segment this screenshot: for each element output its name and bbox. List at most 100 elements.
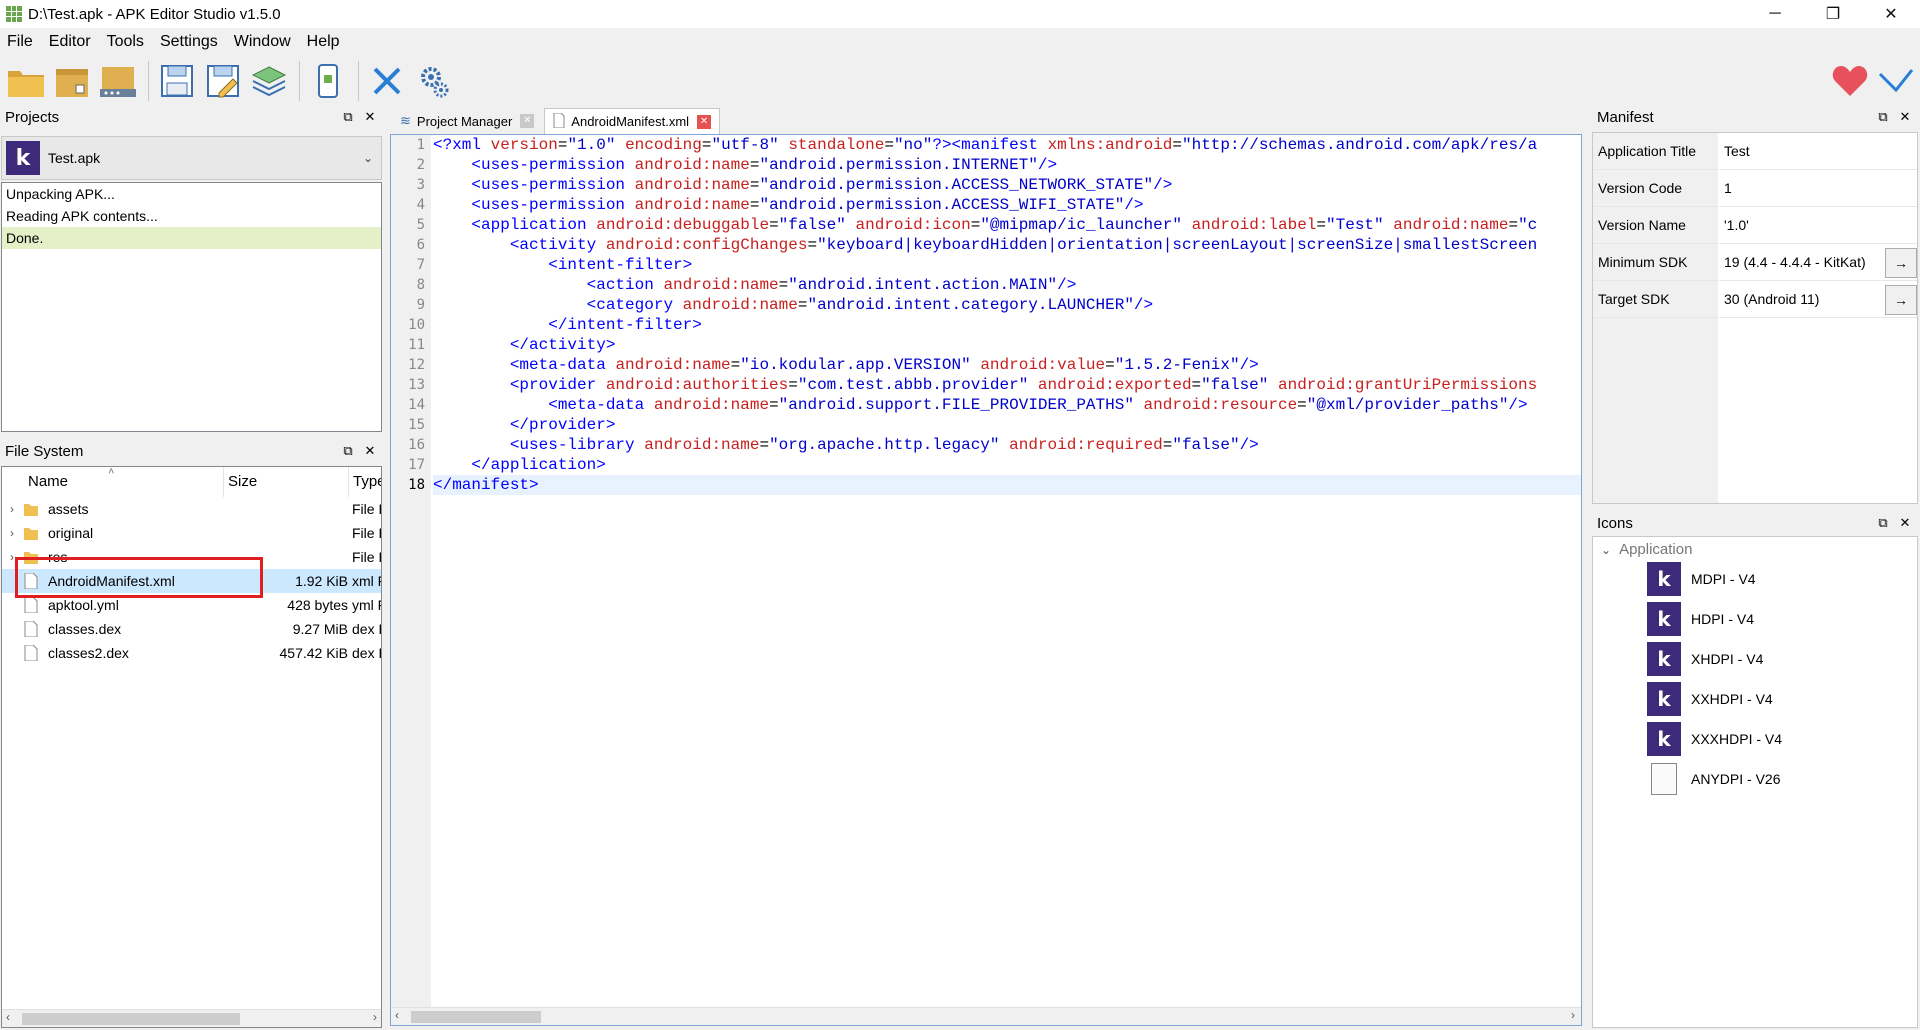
- minimize-button[interactable]: ─: [1746, 0, 1804, 28]
- close-panel-button[interactable]: ✕: [1894, 515, 1916, 531]
- open-folder-icon[interactable]: [4, 59, 48, 103]
- code-line[interactable]: <meta-data android:name="android.support…: [433, 395, 1581, 415]
- scrollbar-thumb[interactable]: [22, 1013, 240, 1025]
- code-line[interactable]: <meta-data android:name="io.kodular.app.…: [433, 355, 1581, 375]
- scroll-right-icon[interactable]: ›: [373, 1010, 377, 1024]
- minimum-sdk-arrow-button[interactable]: →: [1885, 248, 1917, 278]
- code-line[interactable]: <uses-permission android:name="android.p…: [433, 195, 1581, 215]
- tree-row[interactable]: classes2.dex 457.42 KiB dex F: [2, 641, 381, 665]
- float-panel-button[interactable]: ⧉: [337, 443, 359, 459]
- chevron-down-icon[interactable]: ⌄: [363, 151, 373, 165]
- code-line[interactable]: </application>: [433, 455, 1581, 475]
- expand-arrow-icon[interactable]: ›: [2, 526, 22, 540]
- menu-help[interactable]: Help: [299, 33, 348, 51]
- open-project-icon[interactable]: [96, 59, 140, 103]
- code-line[interactable]: <uses-permission android:name="android.p…: [433, 155, 1581, 175]
- save-icon[interactable]: [155, 59, 199, 103]
- manifest-properties: Application Title Test Version Code 1 Ve…: [1592, 132, 1918, 504]
- check-icon[interactable]: [1874, 59, 1918, 103]
- prop-row-version-code[interactable]: Version Code 1: [1593, 170, 1917, 207]
- scrollbar-thumb[interactable]: [411, 1011, 541, 1023]
- icon-group-application[interactable]: ⌄ Application: [1601, 541, 1692, 558]
- code-line[interactable]: </intent-filter>: [433, 315, 1581, 335]
- icon-item[interactable]: ANYDPI - V26: [1647, 761, 1780, 797]
- icon-item[interactable]: k XXHDPI - V4: [1647, 681, 1773, 717]
- code-line[interactable]: <action android:name="android.intent.act…: [433, 275, 1581, 295]
- tree-row[interactable]: › assets File F: [2, 497, 381, 521]
- code-line[interactable]: <activity android:configChanges="keyboar…: [433, 235, 1581, 255]
- scroll-left-icon[interactable]: ‹: [395, 1008, 399, 1022]
- line-number: 3: [416, 177, 425, 193]
- application-title-field[interactable]: Test: [1719, 133, 1917, 170]
- column-type[interactable]: Type: [349, 467, 381, 497]
- close-panel-button[interactable]: ✕: [359, 443, 381, 459]
- code-line[interactable]: <provider android:authorities="com.test.…: [433, 375, 1581, 395]
- expand-arrow-icon[interactable]: ›: [2, 502, 22, 516]
- file-icon: [1651, 763, 1677, 795]
- float-panel-button[interactable]: ⧉: [1872, 109, 1894, 125]
- menu-tools[interactable]: Tools: [99, 33, 152, 51]
- float-panel-button[interactable]: ⧉: [1872, 515, 1894, 531]
- prop-row-application-title[interactable]: Application Title Test: [1593, 133, 1917, 170]
- code-line[interactable]: </provider>: [433, 415, 1581, 435]
- open-apk-icon[interactable]: [50, 59, 94, 103]
- code-area[interactable]: <?xml version="1.0" encoding="utf-8" sta…: [433, 135, 1581, 1005]
- icon-item[interactable]: k XXXHDPI - V4: [1647, 721, 1782, 757]
- projects-panel-title: Projects: [5, 108, 60, 126]
- prop-row-version-name[interactable]: Version Name '1.0': [1593, 207, 1917, 244]
- code-line[interactable]: <uses-library android:name="org.apache.h…: [433, 435, 1581, 455]
- close-panel-button[interactable]: ✕: [1894, 109, 1916, 125]
- column-size[interactable]: Size: [224, 467, 349, 497]
- tree-row[interactable]: › original File F: [2, 521, 381, 545]
- close-tab-icon[interactable]: ✕: [697, 114, 712, 129]
- manifest-panel-header: Manifest ⧉ ✕: [1592, 106, 1918, 128]
- menu-file[interactable]: File: [0, 33, 41, 51]
- horizontal-scrollbar[interactable]: ‹ ›: [2, 1009, 381, 1027]
- code-line[interactable]: </manifest>: [433, 475, 1581, 495]
- close-window-button[interactable]: ✕: [1862, 0, 1920, 28]
- tree-row[interactable]: classes.dex 9.27 MiB dex F: [2, 617, 381, 641]
- code-line[interactable]: </activity>: [433, 335, 1581, 355]
- restore-button[interactable]: ❐: [1804, 0, 1862, 28]
- horizontal-scrollbar[interactable]: ‹ ›: [391, 1007, 1581, 1025]
- menu-window[interactable]: Window: [226, 33, 299, 51]
- target-sdk-arrow-button[interactable]: →: [1885, 285, 1917, 315]
- line-number: 16: [408, 437, 425, 453]
- file-icon: [553, 112, 565, 131]
- line-number: 17: [408, 457, 425, 473]
- icon-item[interactable]: k MDPI - V4: [1647, 561, 1756, 597]
- layers-icon[interactable]: [247, 59, 291, 103]
- code-line[interactable]: <uses-permission android:name="android.p…: [433, 175, 1581, 195]
- log-entry: Reading APK contents...: [6, 208, 158, 224]
- code-line[interactable]: <intent-filter>: [433, 255, 1581, 275]
- code-editor[interactable]: 1 2 3 4 5 6 7 8 9 10 11 12 13 14 15 16 17 18 <?xml versio…: [390, 134, 1582, 1026]
- line-number: 5: [416, 217, 425, 233]
- prop-row-minimum-sdk[interactable]: Minimum SDK 19 (4.4 - 4.4.4 - KitKat) →: [1593, 244, 1917, 281]
- close-tab-icon[interactable]: ✕: [520, 114, 535, 128]
- prop-row-target-sdk[interactable]: Target SDK 30 (Android 11) →: [1593, 281, 1917, 318]
- icon-item[interactable]: k HDPI - V4: [1647, 601, 1754, 637]
- settings-icon[interactable]: [411, 59, 455, 103]
- install-icon[interactable]: [306, 59, 350, 103]
- version-code-field[interactable]: 1: [1719, 170, 1917, 207]
- menu-settings[interactable]: Settings: [152, 33, 226, 51]
- tab-androidmanifest[interactable]: AndroidManifest.xml ✕: [544, 108, 721, 134]
- scroll-left-icon[interactable]: ‹: [6, 1010, 10, 1024]
- column-name[interactable]: Name ˄: [2, 467, 224, 497]
- close-panel-button[interactable]: ✕: [359, 109, 381, 125]
- code-line[interactable]: <?xml version="1.0" encoding="utf-8" sta…: [433, 135, 1581, 155]
- close-icon[interactable]: [365, 59, 409, 103]
- editor-tabs: ≋ Project Manager ✕ AndroidManifest.xml …: [392, 108, 722, 134]
- scroll-right-icon[interactable]: ›: [1571, 1008, 1575, 1022]
- project-selector[interactable]: k Test.apk ⌄: [1, 136, 382, 180]
- tab-project-manager[interactable]: ≋ Project Manager ✕: [392, 108, 543, 134]
- heart-icon[interactable]: [1828, 59, 1872, 103]
- float-panel-button[interactable]: ⧉: [337, 109, 359, 125]
- code-line[interactable]: <application android:debuggable="false" …: [433, 215, 1581, 235]
- chevron-down-icon[interactable]: ⌄: [1601, 543, 1611, 557]
- menu-editor[interactable]: Editor: [41, 33, 99, 51]
- code-line[interactable]: <category android:name="android.intent.c…: [433, 295, 1581, 315]
- icon-item[interactable]: k XHDPI - V4: [1647, 641, 1763, 677]
- save-as-icon[interactable]: [201, 59, 245, 103]
- version-name-field[interactable]: '1.0': [1719, 207, 1917, 244]
